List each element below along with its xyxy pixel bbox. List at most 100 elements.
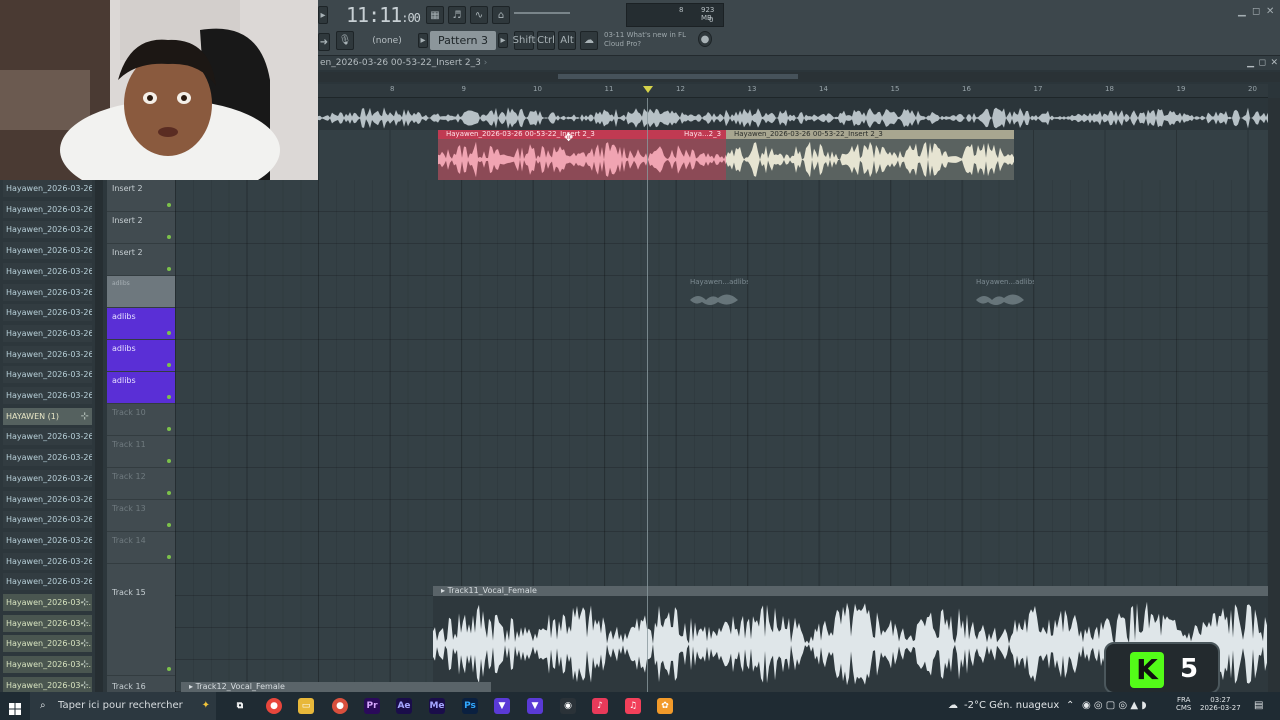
- track-enable-led[interactable]: [167, 491, 171, 495]
- adlibs-clip[interactable]: Hayawen...adlibs: [974, 278, 1034, 312]
- shield-icon-2[interactable]: ▼: [527, 698, 543, 714]
- media-encoder-icon[interactable]: Me: [429, 698, 445, 714]
- tray-chevron-icon[interactable]: ⌃: [1066, 692, 1074, 720]
- chrome-alt-icon[interactable]: ●: [332, 698, 348, 714]
- browser-file-item[interactable]: Hayawen_2026-03-26 02...: [3, 200, 92, 218]
- weather-icon[interactable]: ☁: [948, 692, 958, 720]
- track-header[interactable]: Track 12: [107, 468, 175, 500]
- file-explorer-icon[interactable]: ▭: [298, 698, 314, 714]
- browser-file-item[interactable]: HAYAWEN (1) ⊹: [3, 407, 92, 425]
- expand-icon[interactable]: ⊹: [81, 408, 89, 425]
- track-enable-led[interactable]: [167, 235, 171, 239]
- track-enable-led[interactable]: [167, 555, 171, 559]
- track-header[interactable]: Track 13: [107, 500, 175, 532]
- mic-record-icon[interactable]: 🎙: [336, 31, 354, 50]
- track-enable-led[interactable]: [167, 459, 171, 463]
- windows-start-icon[interactable]: [9, 700, 21, 715]
- track-header[interactable]: Track 11: [107, 436, 175, 468]
- track-header-adlibs[interactable]: adlibs: [107, 372, 175, 404]
- metronome-icon[interactable]: ⌂: [492, 6, 510, 24]
- browser-file-item[interactable]: Hayawen_2026-03-... ⊹: [3, 656, 92, 674]
- adlibs-clip[interactable]: Hayawen...adlibs: [688, 278, 748, 312]
- track-header[interactable]: Insert 2: [107, 212, 175, 244]
- close-icon[interactable]: ✕: [1266, 6, 1274, 17]
- track-header[interactable]: Track 15: [107, 564, 175, 676]
- track-enable-led[interactable]: [167, 331, 171, 335]
- browser-file-item[interactable]: Hayawen_2026-03-26 02...: [3, 180, 92, 197]
- language-indicator[interactable]: FRA CMS: [1176, 696, 1191, 712]
- browser-file-item[interactable]: Hayawen_2026-03-26 02...: [3, 304, 92, 322]
- playlist-vertical-scrollbar[interactable]: [1268, 98, 1280, 692]
- browser-file-item[interactable]: Hayawen_2026-03-26 02...: [3, 490, 92, 508]
- vocal-female-clip-2[interactable]: ▸ Track12_Vocal_Female: [181, 682, 491, 692]
- shift-button[interactable]: Shift: [513, 31, 535, 50]
- pl-maximize-icon[interactable]: ◻: [1259, 56, 1266, 70]
- taskbar-search-input[interactable]: ⌕ Taper ici pour rechercher ✦: [30, 692, 216, 720]
- browser-file-item[interactable]: Hayawen_2026-03-26 02...: [3, 469, 92, 487]
- arrow-right-icon[interactable]: ➜: [318, 33, 330, 51]
- track-enable-led[interactable]: [167, 267, 171, 271]
- typing-keyboard-icon[interactable]: ▦: [426, 6, 444, 24]
- task-view-icon[interactable]: ⧉: [232, 698, 248, 714]
- browser-file-item[interactable]: Hayawen_2026-03-... ⊹: [3, 594, 92, 611]
- track-header-adlibs-bus[interactable]: adlibs: [107, 276, 175, 308]
- playlist-horizontal-scrollbar[interactable]: [318, 72, 1280, 82]
- track-header-adlibs[interactable]: adlibs: [107, 340, 175, 372]
- track-enable-led[interactable]: [167, 667, 171, 671]
- cloud-icon[interactable]: ☁: [580, 31, 598, 50]
- browser-file-item[interactable]: Hayawen_2026-03-26 02...: [3, 324, 92, 342]
- pl-close-icon[interactable]: ✕: [1270, 56, 1278, 70]
- browser-file-item[interactable]: Hayawen_2026-03-26 02...: [3, 531, 92, 549]
- pattern-add-icon[interactable]: ▸: [498, 33, 508, 48]
- pl-minimize-icon[interactable]: ▁: [1247, 56, 1254, 70]
- browser-file-item[interactable]: Hayawen_2026-03-26 02...: [3, 345, 92, 363]
- track-enable-led[interactable]: [167, 427, 171, 431]
- ctrl-button[interactable]: Ctrl: [537, 31, 555, 50]
- browser-file-item[interactable]: Hayawen_2026-03-... ⊹: [3, 635, 92, 653]
- browser-scrollbar[interactable]: [95, 180, 103, 692]
- master-pitch-slider[interactable]: [514, 12, 570, 14]
- after-effects-icon[interactable]: Ae: [396, 698, 412, 714]
- menu-collapse-icon[interactable]: ▸: [318, 6, 328, 24]
- browser-file-item[interactable]: Hayawen_2026-03-26 02...: [3, 387, 92, 404]
- song-position-marker[interactable]: [643, 86, 653, 93]
- scroll-thumb[interactable]: [558, 74, 798, 79]
- obs-icon[interactable]: ◉: [560, 698, 576, 714]
- track-header-adlibs[interactable]: adlibs: [107, 308, 175, 340]
- browser-file-item[interactable]: Hayawen_2026-03-26 02...: [3, 262, 92, 280]
- browser-file-item[interactable]: Hayawen_2026-03-26 02...: [3, 283, 92, 301]
- browser-file-item[interactable]: Hayawen_2026-03-26 02...: [3, 511, 92, 529]
- track-enable-led[interactable]: [167, 363, 171, 367]
- minimize-icon[interactable]: ▁: [1238, 6, 1246, 17]
- track-enable-led[interactable]: [167, 203, 171, 207]
- track-enable-led[interactable]: [167, 523, 171, 527]
- track-enable-led[interactable]: [167, 395, 171, 399]
- browser-file-item[interactable]: Hayawen_2026-03-26 02...: [3, 428, 92, 446]
- track-header[interactable]: Insert 2: [107, 180, 175, 212]
- expand-icon[interactable]: ⊹: [81, 615, 89, 632]
- shield-icon[interactable]: ▼: [494, 698, 510, 714]
- tiktok-icon[interactable]: ♪: [592, 698, 608, 714]
- audio-clip[interactable]: Hayawen_2026-03-26 00-53-22_Insert 2_3: [726, 130, 1014, 180]
- timeline-ruler[interactable]: 8 9 10 11 12 13 14 15 16 17 18 19 20: [318, 84, 1268, 98]
- maximize-icon[interactable]: ◻: [1252, 6, 1260, 17]
- clock-tray[interactable]: 03:27 2026-03-27: [1200, 696, 1241, 712]
- browser-file-item[interactable]: Hayawen_2026-03-26 02...: [3, 221, 92, 239]
- wave-icon[interactable]: ∿: [470, 6, 488, 24]
- help-icon[interactable]: ●: [698, 31, 712, 47]
- chrome-icon[interactable]: ●: [266, 698, 282, 714]
- tray-icons[interactable]: ◉ ◎ ▢ ◎ ▲ ◗: [1082, 692, 1146, 720]
- pattern-play-icon[interactable]: ▸: [418, 33, 428, 48]
- step-edit-icon[interactable]: ♬: [448, 6, 466, 24]
- browser-file-item[interactable]: Hayawen_2026-03-26 02...: [3, 366, 92, 384]
- news-panel[interactable]: 03-11 What's new in FL Cloud Pro?: [604, 31, 686, 49]
- expand-icon[interactable]: ⊹: [81, 594, 89, 611]
- alt-button[interactable]: Alt: [558, 31, 576, 50]
- music-icon[interactable]: ♫: [625, 698, 641, 714]
- browser-file-item[interactable]: Hayawen_2026-03-... ⊹: [3, 614, 92, 632]
- expand-icon[interactable]: ⊹: [81, 635, 89, 652]
- browser-file-item[interactable]: Hayawen_2026-03-26 02...: [3, 242, 92, 260]
- pattern-selector[interactable]: Pattern 3: [430, 31, 496, 50]
- premiere-icon[interactable]: Pr: [364, 698, 380, 714]
- track-header[interactable]: Insert 2: [107, 244, 175, 276]
